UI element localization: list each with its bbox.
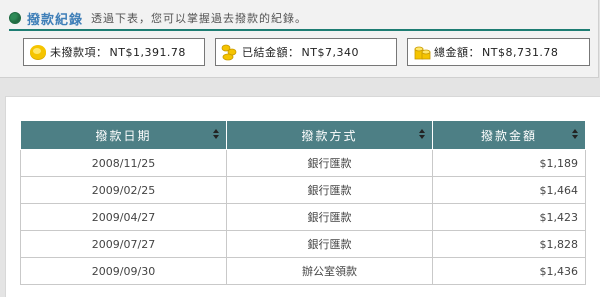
cell-amount: $1,189 <box>432 149 586 177</box>
total-amount-box: 總金額： NT$8,731.78 <box>407 38 590 66</box>
sort-icon <box>213 129 219 139</box>
paid-value: NT$7,340 <box>301 45 359 59</box>
table-row: 2009/09/30 辦公室領款 $1,436 <box>20 257 586 285</box>
section-header: 撥款紀錄 透過下表，您可以掌握過去撥款的紀錄。 <box>9 8 307 28</box>
total-value: NT$8,731.78 <box>482 45 559 59</box>
table-row: 2009/07/27 銀行匯款 $1,828 <box>20 230 586 258</box>
page-description: 透過下表，您可以掌握過去撥款的紀錄。 <box>91 12 308 25</box>
total-label: 總金額： <box>434 46 480 59</box>
cell-amount: $1,436 <box>432 257 586 285</box>
cell-date: 2008/11/25 <box>20 149 227 177</box>
column-header-date[interactable]: 撥款日期 <box>20 120 227 150</box>
table-row: 2008/11/25 銀行匯款 $1,189 <box>20 149 586 177</box>
table-row: 2009/02/25 銀行匯款 $1,464 <box>20 176 586 204</box>
page-title: 撥款紀錄 <box>27 12 84 28</box>
table-header-row: 撥款日期 撥款方式 撥款金額 <box>20 120 586 150</box>
cell-date: 2009/02/25 <box>20 176 227 204</box>
unpaid-label: 未撥款項： <box>50 46 108 59</box>
cell-amount: $1,423 <box>432 203 586 231</box>
column-header-amount[interactable]: 撥款金額 <box>432 120 586 150</box>
unpaid-amount-box: 未撥款項： NT$1,391.78 <box>23 38 205 66</box>
sort-icon <box>419 129 425 139</box>
unpaid-value: NT$1,391.78 <box>109 45 186 59</box>
records-panel: 撥款日期 撥款方式 撥款金額 2008/11/25 銀行匯款 $1,189 20… <box>5 96 600 297</box>
single-coin-icon <box>30 45 46 60</box>
cell-amount: $1,464 <box>432 176 586 204</box>
column-header-method[interactable]: 撥款方式 <box>226 120 433 150</box>
title-divider <box>9 29 590 31</box>
column-header-label: 撥款金額 <box>480 128 537 143</box>
cell-date: 2009/07/27 <box>20 230 227 258</box>
cell-method: 銀行匯款 <box>226 203 433 231</box>
cell-date: 2009/04/27 <box>20 203 227 231</box>
cell-method: 辦公室領款 <box>226 257 433 285</box>
paid-label: 已結金額： <box>242 46 300 59</box>
payout-records-table: 撥款日期 撥款方式 撥款金額 2008/11/25 銀行匯款 $1,189 20… <box>20 120 586 285</box>
coin-stack-icon <box>414 46 431 60</box>
coin-pile-icon <box>221 44 237 61</box>
summary-panel: 撥款紀錄 透過下表，您可以掌握過去撥款的紀錄。 未撥款項： NT$1,391.7… <box>0 0 599 78</box>
table-row: 2009/04/27 銀行匯款 $1,423 <box>20 203 586 231</box>
column-header-label: 撥款方式 <box>301 128 358 143</box>
cell-method: 銀行匯款 <box>226 230 433 258</box>
column-header-label: 撥款日期 <box>95 128 152 143</box>
paid-amount-box: 已結金額： NT$7,340 <box>215 38 397 66</box>
cell-method: 銀行匯款 <box>226 149 433 177</box>
sort-icon <box>572 129 578 139</box>
cell-amount: $1,828 <box>432 230 586 258</box>
cell-method: 銀行匯款 <box>226 176 433 204</box>
cell-date: 2009/09/30 <box>20 257 227 285</box>
bullet-icon <box>9 12 21 24</box>
